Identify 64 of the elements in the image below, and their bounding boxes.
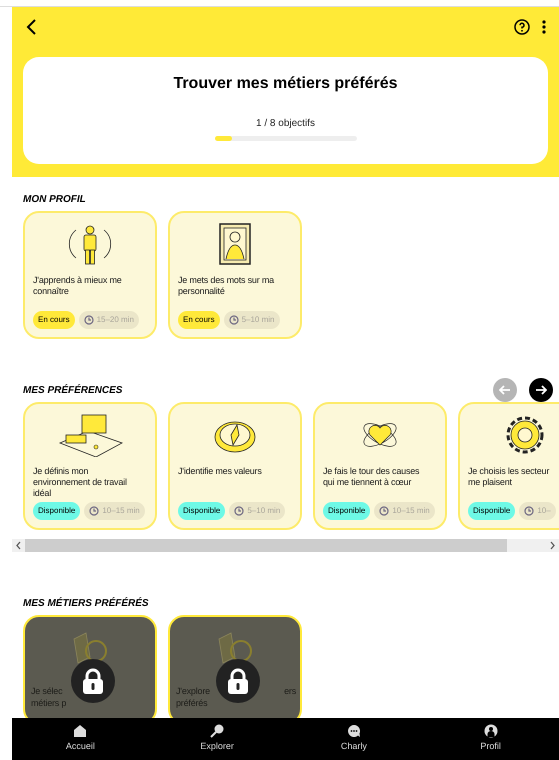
status-badge: En cours: [178, 311, 220, 329]
section-title: MON PROFIL: [23, 192, 86, 206]
search-icon: [210, 724, 224, 738]
duration-badge: 10–15 min: [374, 502, 435, 520]
clock-icon: [379, 506, 390, 516]
duration-badge: 5–10 min: [224, 311, 280, 329]
progress-text: 1 / 8 objectifs: [256, 117, 315, 131]
clock-icon: [84, 315, 94, 325]
status-badge: Disponible: [468, 502, 516, 520]
card-title-fragment: Je sélec: [31, 685, 62, 697]
home-icon: [73, 724, 88, 738]
duration-badge: 10–15 min: [84, 502, 145, 520]
back-icon[interactable]: [25, 19, 37, 35]
card-title-line: personnalité: [178, 286, 226, 297]
clock-icon: [89, 506, 100, 516]
activity-card[interactable]: Je définis mon environnement de travail idéal Disponible 10–15 min: [23, 402, 157, 530]
nav-tab[interactable]: Profil: [422, 718, 559, 760]
card-title-line: environnement de travail: [33, 477, 128, 488]
card-title-line: Je choisis les secteur: [468, 466, 550, 477]
activity-card[interactable]: Je fais le tour des causes qui me tiennent à cœur Disponible 10–15 min: [313, 402, 447, 530]
card-title-line: qui me tiennent à cœur: [323, 477, 412, 488]
goal-title: Trouver mes métiers préférés: [173, 74, 398, 94]
card-title-line: idéal: [33, 488, 52, 499]
left-arrow-icon: [499, 385, 511, 395]
card-title-line: Je fais le tour des causes: [323, 466, 420, 477]
card-title-fragment: préférés: [176, 697, 208, 709]
chat-icon: [346, 724, 361, 738]
framed-portrait-icon: [219, 223, 251, 265]
lock-icon: [71, 659, 115, 703]
duration-badge: 5–10 min: [229, 502, 286, 520]
card-title-line: J'identifie mes valeurs: [178, 466, 263, 477]
card-title-line: Je mets des mots sur ma: [178, 275, 276, 286]
status-badge: Disponible: [323, 502, 370, 520]
section-title: MES PRÉFÉRENCES: [23, 383, 122, 398]
activity-card[interactable]: Je choisis les secteur me plaisent Disponible 10–: [458, 402, 559, 530]
clock-icon: [524, 506, 534, 516]
card-title-fragment: J'explore: [176, 685, 210, 697]
card-title-fragment: ers: [284, 685, 296, 697]
clock-icon: [228, 315, 239, 325]
activity-card[interactable]: Je mets des mots sur ma personnalité En cours 5–10 min: [168, 211, 302, 339]
more-options-icon[interactable]: [542, 20, 546, 34]
activity-card[interactable]: J'apprends à mieux me connaître En cours 15–20 min: [23, 211, 157, 339]
duration-badge: 10–: [519, 502, 556, 520]
status-badge: Disponible: [178, 502, 226, 520]
status-badge: En cours: [33, 311, 75, 329]
horizontal-scrollbar[interactable]: [12, 539, 559, 552]
help-icon[interactable]: [514, 19, 530, 35]
clock-icon: [234, 506, 244, 516]
right-arrow-icon: [535, 385, 547, 395]
section-title: MES MÉTIERS PRÉFÉRÉS: [23, 596, 149, 610]
nav-tab[interactable]: Charly: [286, 718, 422, 760]
card-title-fragment: métiers p: [31, 697, 66, 709]
card-title-line: Je définis mon: [33, 466, 90, 477]
status-badge: Disponible: [33, 502, 80, 520]
nav-tab[interactable]: Accueil: [12, 718, 149, 760]
lock-icon: [216, 659, 260, 703]
card-title-line: me plaisent: [468, 477, 513, 488]
activity-card[interactable]: J'identifie mes valeurs Disponible 5–10 min: [168, 402, 302, 530]
next-button[interactable]: [529, 378, 553, 402]
card-title-line: connaître: [33, 286, 70, 297]
card-title-line: J'apprends à mieux me: [33, 275, 123, 286]
duration-badge: 15–20 min: [78, 311, 139, 329]
nav-tab[interactable]: Explorer: [148, 718, 286, 760]
profile-icon: [484, 724, 498, 738]
